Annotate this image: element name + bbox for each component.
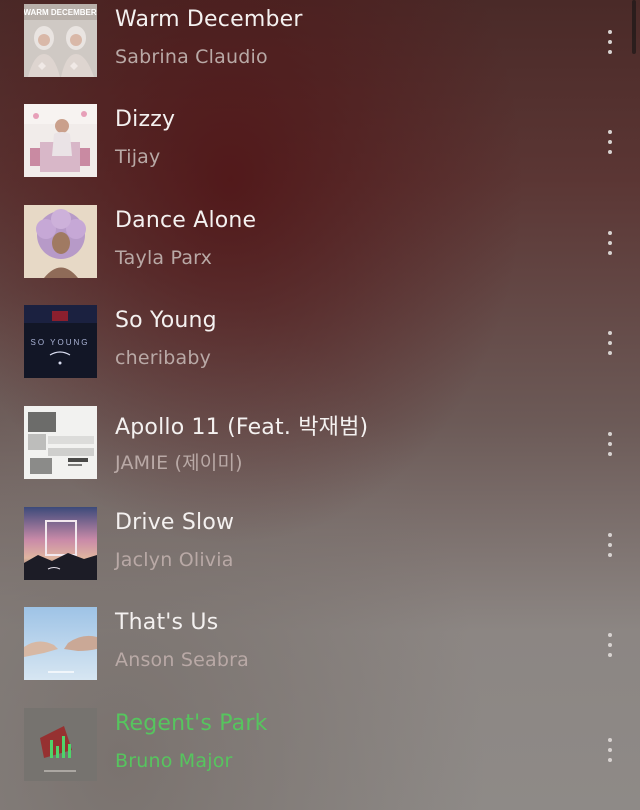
album-art-text: SO YOUNG xyxy=(31,338,90,347)
album-art-dance-alone xyxy=(24,205,97,278)
more-vertical-icon xyxy=(608,331,612,335)
track-row-dizzy[interactable]: Dizzy Tijay xyxy=(0,102,640,203)
more-vertical-icon xyxy=(608,30,612,34)
track-title: That's Us xyxy=(115,610,219,635)
track-artist: Bruno Major xyxy=(115,750,233,772)
track-row-regents-park[interactable]: Regent's Park Bruno Major xyxy=(0,706,640,807)
more-vertical-icon-dot xyxy=(608,442,612,446)
track-row-apollo-11[interactable]: Apollo 11 (Feat. 박재범) JAMIE (제이미) xyxy=(0,404,640,505)
more-vertical-icon-dot xyxy=(608,653,612,657)
more-vertical-icon-dot xyxy=(608,341,612,345)
more-options-button[interactable] xyxy=(598,736,622,764)
track-row-thats-us[interactable]: That's Us Anson Seabra xyxy=(0,605,640,706)
more-vertical-icon xyxy=(608,130,612,134)
track-row-drive-slow[interactable]: Drive Slow Jaclyn Olivia xyxy=(0,505,640,606)
more-vertical-icon xyxy=(608,231,612,235)
more-vertical-icon-dot xyxy=(608,643,612,647)
more-vertical-icon xyxy=(608,533,612,537)
track-title: So Young xyxy=(115,308,217,333)
more-options-button[interactable] xyxy=(598,128,622,156)
more-vertical-icon-dot xyxy=(608,251,612,255)
more-vertical-icon xyxy=(608,633,612,637)
track-artist: Tijay xyxy=(115,146,161,168)
album-art-text: WARM DECEMBER xyxy=(24,8,97,17)
album-art-warm-december: WARM DECEMBER xyxy=(24,4,97,77)
track-title: Regent's Park xyxy=(115,711,268,736)
more-vertical-icon xyxy=(608,738,612,742)
album-art-dizzy xyxy=(24,104,97,177)
track-artist: cheribaby xyxy=(115,347,212,369)
album-art-so-young: SO YOUNG xyxy=(24,305,97,378)
track-title: Dance Alone xyxy=(115,208,257,233)
more-vertical-icon-dot xyxy=(608,543,612,547)
more-vertical-icon-dot xyxy=(608,150,612,154)
more-vertical-icon-dot xyxy=(608,748,612,752)
more-vertical-icon-dot xyxy=(608,758,612,762)
track-row-dance-alone[interactable]: Dance Alone Tayla Parx xyxy=(0,203,640,304)
track-artist: Anson Seabra xyxy=(115,649,249,671)
track-title: Apollo 11 (Feat. 박재범) xyxy=(115,415,369,440)
more-options-button[interactable] xyxy=(598,531,622,559)
track-artist: Sabrina Claudio xyxy=(115,46,268,68)
track-list: WARM DECEMBER Warm December Sabrina Clau… xyxy=(0,0,640,810)
more-options-button[interactable] xyxy=(598,430,622,458)
track-artist: Jaclyn Olivia xyxy=(115,549,234,571)
more-vertical-icon-dot xyxy=(608,241,612,245)
more-options-button[interactable] xyxy=(598,28,622,56)
more-options-button[interactable] xyxy=(598,229,622,257)
album-art-drive-slow xyxy=(24,507,97,580)
album-art-apollo-11 xyxy=(24,406,97,479)
more-vertical-icon-dot xyxy=(608,140,612,144)
more-vertical-icon-dot xyxy=(608,553,612,557)
more-options-button[interactable] xyxy=(598,631,622,659)
track-title: Drive Slow xyxy=(115,510,235,535)
more-vertical-icon-dot xyxy=(608,50,612,54)
album-art-thats-us xyxy=(24,607,97,680)
more-options-button[interactable] xyxy=(598,329,622,357)
track-title: Warm December xyxy=(115,7,303,32)
track-row-warm-december[interactable]: WARM DECEMBER Warm December Sabrina Clau… xyxy=(0,2,640,103)
track-row-so-young[interactable]: SO YOUNG So Young cheribaby xyxy=(0,303,640,404)
more-vertical-icon-dot xyxy=(608,452,612,456)
track-artist: Tayla Parx xyxy=(115,247,213,269)
more-vertical-icon-dot xyxy=(608,351,612,355)
more-vertical-icon xyxy=(608,432,612,436)
more-vertical-icon-dot xyxy=(608,40,612,44)
album-art-regents-park xyxy=(24,708,97,781)
track-artist: JAMIE (제이미) xyxy=(115,452,243,474)
track-title: Dizzy xyxy=(115,107,176,132)
